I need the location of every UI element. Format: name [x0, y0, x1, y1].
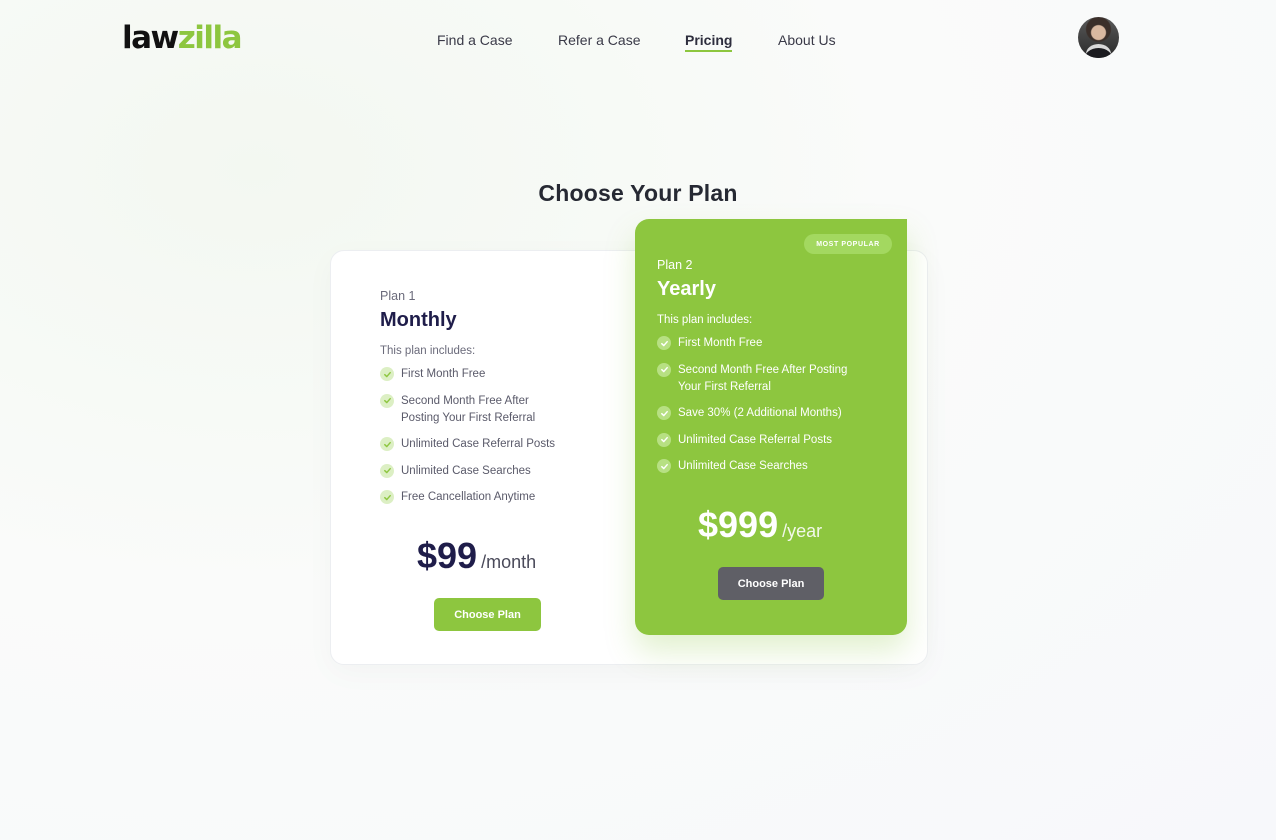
- feature-item: Save 30% (2 Additional Months): [657, 405, 877, 422]
- feature-item: Unlimited Case Searches: [657, 458, 877, 475]
- plan-includes-label: This plan includes:: [380, 345, 476, 357]
- feature-item: Free Cancellation Anytime: [380, 489, 580, 506]
- feature-item: Second Month Free After Posting Your Fir…: [657, 362, 868, 396]
- feature-item: Unlimited Case Searches: [380, 463, 580, 480]
- plan-name: Monthly: [380, 309, 457, 331]
- most-popular-badge: MOST POPULAR: [804, 234, 892, 254]
- plan-price: $999/year: [698, 505, 822, 545]
- plan-price: $99/month: [417, 536, 536, 576]
- price-period: /month: [481, 552, 537, 572]
- check-icon: [380, 490, 394, 504]
- check-icon: [657, 362, 671, 377]
- plan-includes-label: This plan includes:: [657, 314, 753, 326]
- feature-item: Second Month Free After Posting Your Fir…: [380, 393, 561, 427]
- nav-find-a-case[interactable]: Find a Case: [437, 31, 512, 49]
- feature-text: First Month Free: [401, 368, 486, 380]
- nav-about-us[interactable]: About Us: [778, 31, 836, 49]
- feature-text: Free Cancellation Anytime: [401, 491, 536, 503]
- feature-item: Unlimited Case Referral Posts: [657, 432, 877, 449]
- feature-list: First Month Free Second Month Free After…: [380, 366, 580, 516]
- price-amount: $999: [698, 504, 779, 545]
- choose-plan-yearly-button[interactable]: Choose Plan: [718, 567, 824, 600]
- feature-item: First Month Free: [657, 335, 877, 352]
- choose-plan-monthly-button[interactable]: Choose Plan: [434, 598, 541, 631]
- feature-text: Unlimited Case Searches: [401, 464, 531, 477]
- feature-text: Unlimited Case Referral Posts: [678, 433, 833, 446]
- check-icon: [657, 336, 671, 350]
- feature-text: Unlimited Case Referral Posts: [401, 438, 556, 450]
- feature-item: First Month Free: [380, 366, 580, 383]
- plan-number: Plan 1: [380, 289, 416, 303]
- price-amount: $99: [417, 535, 478, 576]
- nav-refer-a-case[interactable]: Refer a Case: [558, 31, 640, 49]
- feature-text: Save 30% (2 Additional Months): [678, 407, 842, 419]
- nav-pricing[interactable]: Pricing: [685, 31, 733, 52]
- feature-item: Unlimited Case Referral Posts: [380, 436, 580, 453]
- feature-list: First Month Free Second Month Free After…: [657, 335, 877, 485]
- feature-text: First Month Free: [678, 337, 763, 349]
- feature-text: Second Month Free After Posting Your Fir…: [401, 394, 536, 424]
- check-icon: [657, 406, 671, 420]
- check-icon: [657, 432, 671, 447]
- check-icon: [657, 459, 671, 473]
- user-avatar[interactable]: [1078, 17, 1119, 58]
- feature-text: Unlimited Case Searches: [678, 460, 808, 472]
- check-icon: [380, 367, 394, 381]
- check-icon: [380, 393, 394, 408]
- feature-text: Second Month Free After Posting Your Fir…: [678, 363, 848, 393]
- check-icon: [380, 437, 394, 451]
- page-title: Choose Your Plan: [538, 180, 738, 206]
- check-icon: [380, 463, 394, 478]
- price-period: /year: [782, 521, 823, 541]
- plan-number: Plan 2: [657, 258, 693, 272]
- plan-name: Yearly: [657, 278, 716, 300]
